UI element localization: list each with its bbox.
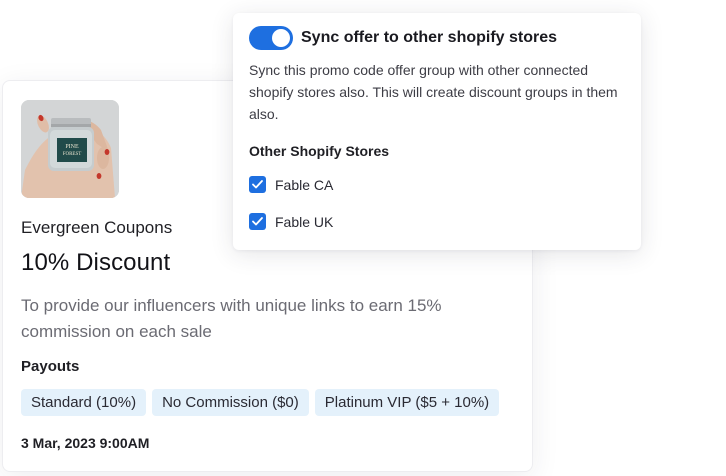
jar-label-text: PINE <box>65 144 79 150</box>
payout-tags: Standard (10%) No Commission ($0) Platin… <box>21 389 500 416</box>
product-image: PINE FOREST <box>21 100 119 198</box>
sync-panel: Sync offer to other shopify stores Sync … <box>233 13 641 250</box>
stores-heading: Other Shopify Stores <box>249 143 390 159</box>
store-option-fable-ca[interactable]: Fable CA <box>249 176 333 193</box>
screen: PINE FOREST Evergreen Coupons 10% Discou… <box>0 0 726 476</box>
payout-tag: Platinum VIP ($5 + 10%) <box>314 389 500 416</box>
store-label: Fable UK <box>275 213 334 230</box>
checkbox-checked-icon[interactable] <box>249 213 266 230</box>
jar-label-text: FOREST <box>63 152 82 157</box>
store-option-fable-uk[interactable]: Fable UK <box>249 213 333 230</box>
candle-jar-product-photo: PINE FOREST <box>21 100 119 198</box>
coupon-group-name: Evergreen Coupons <box>21 218 173 237</box>
sync-description: Sync this promo code offer group with ot… <box>249 62 618 122</box>
toggle-knob <box>272 29 290 47</box>
payouts-label: Payouts <box>21 358 80 375</box>
payout-tag: Standard (10%) <box>21 389 147 416</box>
payout-tag: No Commission ($0) <box>152 389 309 416</box>
coupon-date: 3 Mar, 2023 9:00AM <box>21 435 150 451</box>
coupon-description: To provide our influencers with unique l… <box>21 296 442 341</box>
checkbox-checked-icon[interactable] <box>249 176 266 193</box>
sync-title: Sync offer to other shopify stores <box>301 29 558 46</box>
sync-toggle[interactable] <box>249 26 293 50</box>
store-label: Fable CA <box>275 176 334 193</box>
coupon-title: 10% Discount <box>21 249 171 276</box>
